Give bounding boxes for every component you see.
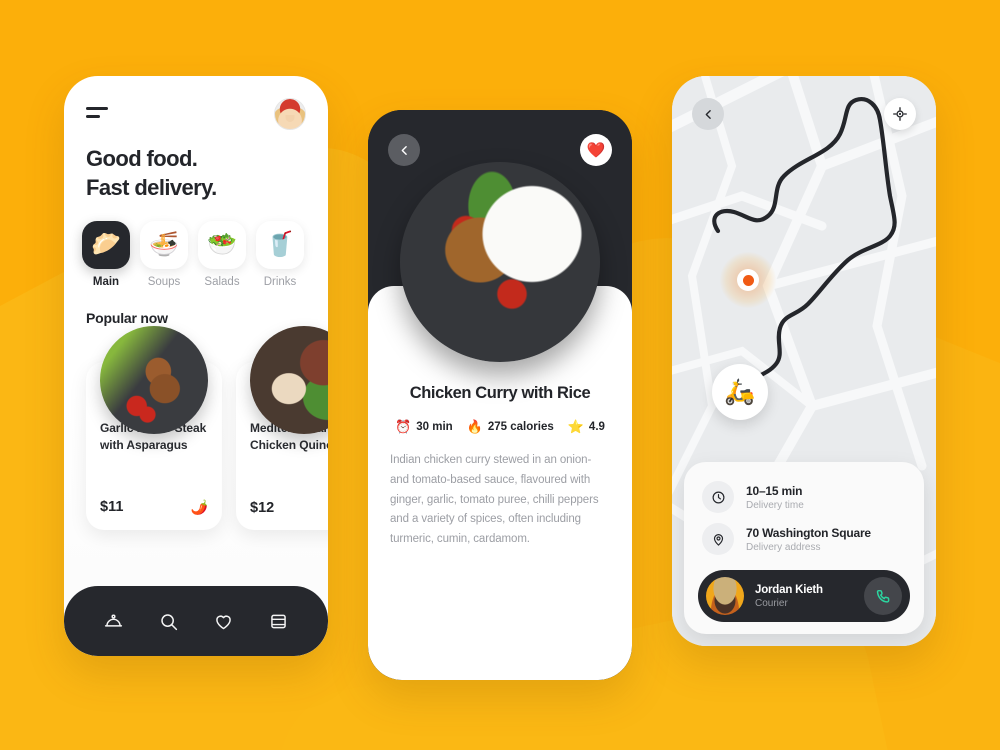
- bottom-navigation: [64, 586, 328, 656]
- category-soups[interactable]: 🍜 Soups: [140, 220, 188, 288]
- locate-button[interactable]: [884, 98, 916, 130]
- meta-rating: ⭐ 4.9: [568, 419, 605, 435]
- delivery-address-value: 70 Washington Square: [746, 525, 871, 540]
- dish-title: Chicken Curry with Rice: [409, 384, 591, 402]
- dish-meta-row: ⏰ 30 min 🔥 275 calories ⭐ 4.9: [390, 419, 610, 435]
- delivery-address-row: 70 Washington Square Delivery address: [698, 518, 910, 560]
- fire-icon: 🔥: [466, 419, 483, 434]
- meta-calories: 🔥 275 calories: [467, 419, 554, 435]
- layout-icon[interactable]: [268, 611, 289, 632]
- category-label: Salads: [204, 275, 240, 288]
- category-label: Drinks: [263, 275, 297, 288]
- dish-image: [100, 325, 208, 434]
- salad-icon: 🥗: [198, 220, 246, 269]
- category-label: Main: [92, 275, 120, 288]
- dish-description: Indian chicken curry stewed in an onion-…: [390, 454, 599, 546]
- headline-line-1: Good food.: [86, 146, 198, 171]
- star-icon: ⭐: [567, 419, 584, 434]
- phone-detail-screen: ❤️ Chicken Curry with Rice ⏰ 30 min 🔥 27…: [368, 110, 632, 680]
- destination-marker-ring: [737, 269, 759, 291]
- alarm-clock-icon: ⏰: [395, 419, 412, 434]
- courier-name: Jordan Kieth: [755, 583, 823, 596]
- chili-pepper-icon: 🌶️: [190, 498, 208, 515]
- delivery-time-label: Delivery time: [746, 499, 804, 511]
- delivery-address-label: Delivery address: [746, 541, 821, 553]
- dish-card[interactable]: Garlic Butter Steak with Asparagus $11 🌶…: [86, 325, 222, 530]
- meta-value: 4.9: [588, 421, 605, 433]
- search-icon[interactable]: [158, 611, 179, 632]
- phone-home-screen: Good food. Fast delivery. 🥟 Main 🍜 Soups…: [64, 76, 328, 656]
- category-list: 🥟 Main 🍜 Soups 🥗 Salads 🥤 Drinks: [64, 203, 328, 288]
- heart-icon: ❤️: [586, 142, 606, 159]
- clock-icon: [702, 481, 734, 513]
- dish-card[interactable]: Mediterranean Chicken Quinoa $12: [236, 325, 328, 530]
- delivery-time-text: 10–15 min Delivery time: [746, 484, 804, 511]
- category-main[interactable]: 🥟 Main: [82, 220, 130, 288]
- page-title: Good food. Fast delivery.: [64, 130, 328, 203]
- dish-image: [250, 325, 328, 434]
- popular-dish-list: Garlic Butter Steak with Asparagus $11 🌶…: [64, 325, 328, 530]
- category-drinks[interactable]: 🥤 Drinks: [256, 220, 304, 288]
- user-avatar[interactable]: [274, 98, 306, 130]
- courier-card[interactable]: Jordan Kieth Courier: [698, 570, 910, 622]
- delivery-info-panel: 10–15 min Delivery time 70 Washington Sq…: [684, 462, 924, 634]
- meta-value: 275 calories: [487, 421, 554, 433]
- delivery-time-row: 10–15 min Delivery time: [698, 476, 910, 518]
- category-salads[interactable]: 🥗 Salads: [198, 220, 246, 288]
- drink-icon: 🥤: [256, 220, 304, 269]
- location-pin-icon: [702, 523, 734, 555]
- courier-avatar: [706, 577, 744, 615]
- delivery-address-text: 70 Washington Square Delivery address: [746, 526, 871, 553]
- courier-marker[interactable]: 🛵: [712, 364, 768, 420]
- courier-role: Courier: [755, 597, 788, 609]
- phone-map-screen: 🛵 10–15 min Delivery time 70 Washington …: [672, 76, 936, 646]
- home-header: [64, 76, 328, 130]
- dish-price: $11: [100, 499, 124, 516]
- soup-icon: 🍜: [140, 220, 188, 269]
- back-button[interactable]: [692, 98, 724, 130]
- favorite-button[interactable]: ❤️: [580, 134, 612, 166]
- courier-info: Jordan Kieth Courier: [755, 584, 853, 609]
- meta-cook-time: ⏰ 30 min: [395, 419, 453, 435]
- cloche-icon[interactable]: [103, 611, 124, 632]
- delivery-time-value: 10–15 min: [746, 483, 803, 498]
- destination-marker-dot: [742, 274, 754, 286]
- headline-line-2: Fast delivery.: [86, 175, 217, 201]
- call-button[interactable]: [864, 577, 902, 615]
- dish-hero-image: [400, 162, 600, 362]
- category-label: Soups: [147, 275, 181, 288]
- heart-icon[interactable]: [213, 611, 234, 632]
- back-button[interactable]: [388, 134, 420, 166]
- destination-marker[interactable]: [720, 252, 776, 308]
- meta-value: 30 min: [416, 421, 453, 433]
- dish-card-footer: $11 🌶️: [100, 499, 208, 516]
- section-title-popular: Popular now: [86, 309, 168, 326]
- dish-price: $12: [250, 499, 275, 516]
- scooter-icon: 🛵: [724, 377, 756, 406]
- dumpling-icon: 🥟: [82, 220, 130, 269]
- hamburger-icon[interactable]: [86, 107, 110, 121]
- dish-card-footer: $12: [250, 500, 328, 516]
